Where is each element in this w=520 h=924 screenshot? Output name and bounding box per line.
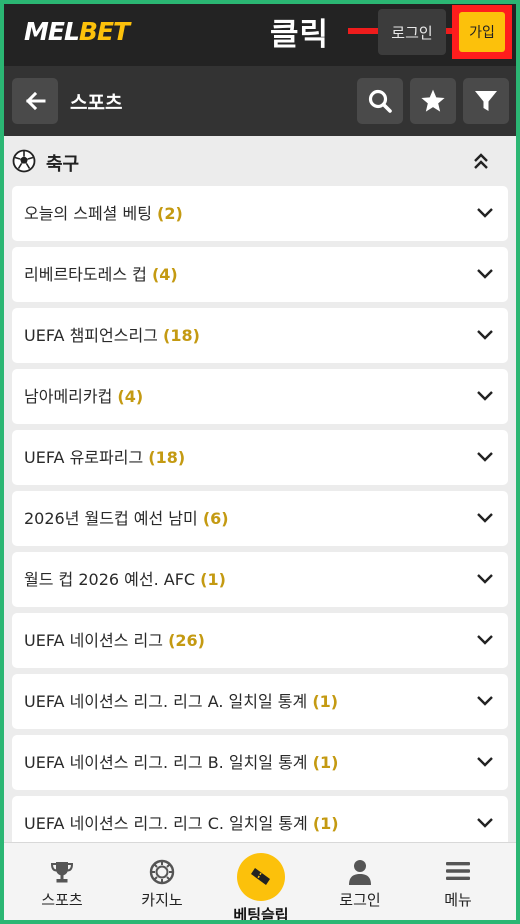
hamburger-menu-icon bbox=[446, 862, 470, 880]
nav-casino[interactable]: 카지노 bbox=[114, 843, 210, 920]
user-icon bbox=[349, 860, 371, 885]
league-name: 오늘의 스페셜 베팅 (2) bbox=[24, 186, 183, 241]
melbet-logo[interactable]: MELBET bbox=[24, 17, 130, 46]
league-name: 남아메리카컵 (4) bbox=[24, 369, 143, 424]
league-name: 2026년 월드컵 예선 남미 (6) bbox=[24, 491, 229, 546]
league-row[interactable]: 월드 컵 2026 예선. AFC (1) bbox=[12, 552, 508, 607]
soccer-ball-icon bbox=[12, 149, 36, 173]
chevron-down-icon bbox=[477, 818, 493, 828]
league-row[interactable]: UEFA 네이션스 리그. 리그 A. 일치일 통계 (1) bbox=[12, 674, 508, 729]
league-name: UEFA 네이션스 리그. 리그 A. 일치일 통계 (1) bbox=[24, 674, 338, 729]
chevron-down-icon bbox=[477, 574, 493, 584]
casino-chip-icon bbox=[149, 859, 175, 885]
filter-button[interactable] bbox=[463, 78, 509, 124]
nav-betslip[interactable] bbox=[237, 853, 285, 901]
nav-login[interactable]: 로그인 bbox=[312, 843, 408, 920]
search-icon bbox=[368, 89, 392, 113]
search-button[interactable] bbox=[357, 78, 403, 124]
back-button[interactable] bbox=[12, 78, 58, 124]
league-name: 리베르타도레스 컵 (4) bbox=[24, 247, 178, 302]
league-name: UEFA 챔피언스리그 (18) bbox=[24, 308, 200, 363]
league-row[interactable]: 남아메리카컵 (4) bbox=[12, 369, 508, 424]
chevron-down-icon bbox=[477, 391, 493, 401]
sport-section-header[interactable]: 축구 bbox=[4, 136, 516, 186]
nav-sports-label: 스포츠 bbox=[41, 891, 83, 909]
chevron-down-icon bbox=[477, 635, 493, 645]
league-count: (18) bbox=[163, 326, 200, 345]
ticket-icon bbox=[251, 868, 270, 885]
league-count: (2) bbox=[157, 204, 183, 223]
league-row[interactable]: UEFA 챔피언스리그 (18) bbox=[12, 308, 508, 363]
logo-text-mel: MEL bbox=[24, 17, 80, 46]
logo-text-bet: BET bbox=[78, 17, 130, 46]
signup-highlight-box: 가입 bbox=[452, 5, 512, 59]
nav-betslip-label: 베팅슬립 bbox=[233, 906, 289, 920]
trophy-icon bbox=[50, 862, 74, 883]
app-frame: MELBET 클릭 로그인 가입 스포츠 축구 오늘의 스페셜 베팅 (2) 리… bbox=[4, 4, 516, 920]
back-arrow-icon bbox=[25, 91, 46, 111]
league-label: UEFA 네이션스 리그. 리그 B. 일치일 통계 bbox=[24, 753, 308, 772]
chevron-down-icon bbox=[477, 696, 493, 706]
star-icon bbox=[421, 89, 445, 112]
league-count: (18) bbox=[148, 448, 186, 467]
league-count: (1) bbox=[312, 692, 339, 711]
league-label: 남아메리카컵 bbox=[24, 387, 113, 406]
section-header: 스포츠 bbox=[4, 66, 516, 136]
top-header: MELBET 클릭 로그인 가입 bbox=[4, 4, 516, 66]
league-name: UEFA 네이션스 리그 (26) bbox=[24, 613, 205, 668]
league-count: (6) bbox=[202, 509, 229, 528]
league-count: (1) bbox=[312, 814, 339, 833]
nav-menu-label: 메뉴 bbox=[444, 891, 472, 909]
chevron-down-icon bbox=[477, 269, 493, 279]
chevron-down-icon bbox=[477, 452, 493, 462]
league-count: (4) bbox=[117, 387, 144, 406]
nav-menu[interactable]: 메뉴 bbox=[410, 843, 506, 920]
league-name: UEFA 유로파리그 (18) bbox=[24, 430, 185, 485]
league-label: 리베르타도레스 컵 bbox=[24, 265, 147, 284]
signup-button[interactable]: 가입 bbox=[459, 12, 505, 52]
league-name: UEFA 네이션스 리그. 리그 B. 일치일 통계 (1) bbox=[24, 735, 338, 790]
league-row[interactable]: 오늘의 스페셜 베팅 (2) bbox=[12, 186, 508, 241]
league-row[interactable]: UEFA 네이션스 리그 (26) bbox=[12, 613, 508, 668]
league-label: UEFA 네이션스 리그. 리그 C. 일치일 통계 bbox=[24, 814, 308, 833]
league-label: 2026년 월드컵 예선 남미 bbox=[24, 509, 198, 528]
chevron-down-icon bbox=[477, 757, 493, 767]
annotation-click-label: 클릭 bbox=[270, 17, 330, 53]
login-button[interactable]: 로그인 bbox=[378, 9, 446, 55]
league-count: (26) bbox=[168, 631, 205, 650]
sport-title: 축구 bbox=[46, 154, 80, 175]
league-label: UEFA 네이션스 리그. 리그 A. 일치일 통계 bbox=[24, 692, 308, 711]
page-title: 스포츠 bbox=[70, 92, 123, 114]
nav-sports[interactable]: 스포츠 bbox=[14, 843, 110, 920]
chevron-down-icon bbox=[477, 330, 493, 340]
chevron-double-up-icon[interactable] bbox=[472, 152, 490, 170]
chevron-down-icon bbox=[477, 208, 493, 218]
league-label: 오늘의 스페셜 베팅 bbox=[24, 204, 152, 223]
league-row[interactable]: UEFA 유로파리그 (18) bbox=[12, 430, 508, 485]
chevron-down-icon bbox=[477, 513, 493, 523]
league-row[interactable]: UEFA 네이션스 리그. 리그 B. 일치일 통계 (1) bbox=[12, 735, 508, 790]
league-row[interactable]: 리베르타도레스 컵 (4) bbox=[12, 247, 508, 302]
league-name: 월드 컵 2026 예선. AFC (1) bbox=[24, 552, 226, 607]
favorites-button[interactable] bbox=[410, 78, 456, 124]
league-count: (1) bbox=[200, 570, 226, 589]
league-label: UEFA 챔피언스리그 bbox=[24, 326, 158, 345]
nav-casino-label: 카지노 bbox=[141, 891, 183, 909]
bottom-navigation: 스포츠 카지노 베팅슬립 로그인 메뉴 bbox=[4, 842, 516, 920]
league-count: (4) bbox=[151, 265, 178, 284]
league-count: (1) bbox=[312, 753, 339, 772]
filter-icon bbox=[475, 91, 497, 111]
league-label: 월드 컵 2026 예선. AFC bbox=[24, 570, 196, 589]
league-label: UEFA 네이션스 리그 bbox=[24, 631, 163, 650]
league-label: UEFA 유로파리그 bbox=[24, 448, 144, 467]
league-row[interactable]: 2026년 월드컵 예선 남미 (6) bbox=[12, 491, 508, 546]
nav-login-label: 로그인 bbox=[339, 891, 381, 909]
